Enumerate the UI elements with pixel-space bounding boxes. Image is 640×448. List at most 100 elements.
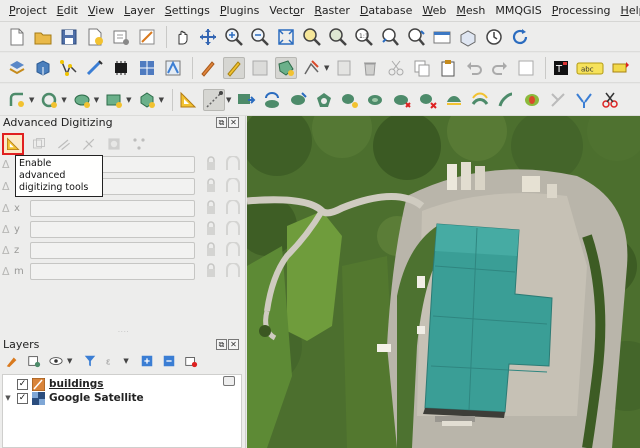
modify-attributes-icon[interactable] <box>333 57 355 79</box>
chevron-down-icon[interactable]: ▼ <box>29 96 34 104</box>
zoom-to-selection-icon[interactable] <box>301 26 323 48</box>
new-project-icon[interactable] <box>6 26 28 48</box>
lock-icon[interactable] <box>205 221 223 237</box>
menu-edit[interactable]: Edit <box>52 0 83 22</box>
menu-settings[interactable]: Settings <box>160 0 215 22</box>
paste-features-icon[interactable] <box>437 57 459 79</box>
text-annotation-icon[interactable]: T <box>550 57 572 79</box>
pan-to-selection-icon[interactable] <box>197 26 219 48</box>
perpendicular-icon[interactable] <box>79 134 99 154</box>
add-polygon-feature-icon[interactable] <box>275 56 297 79</box>
cut-features-icon[interactable] <box>385 57 407 79</box>
pin-labels-icon[interactable] <box>610 57 632 79</box>
zoom-full-icon[interactable] <box>275 26 297 48</box>
open-project-icon[interactable] <box>32 26 54 48</box>
zoom-out-icon[interactable] <box>249 26 271 48</box>
close-panel-icon[interactable]: ✕ <box>228 117 239 128</box>
parallel-icon[interactable] <box>54 134 74 154</box>
toggle-editing-icon[interactable] <box>223 56 245 79</box>
snapping-tool-icon[interactable] <box>202 88 225 111</box>
lock-icon[interactable] <box>205 200 223 216</box>
current-edits-icon[interactable] <box>197 57 219 79</box>
lock-icon[interactable] <box>205 178 223 194</box>
y-field[interactable] <box>30 220 195 238</box>
add-raster-layer-icon[interactable] <box>136 57 158 79</box>
rotate-feature-icon[interactable] <box>261 89 283 111</box>
add-regular-polygon-icon[interactable] <box>136 89 158 111</box>
fill-ring-icon[interactable] <box>365 89 387 111</box>
lock-icon[interactable] <box>224 178 242 194</box>
chevron-down-icon[interactable]: ▼ <box>126 96 131 104</box>
delete-selected-icon[interactable] <box>359 57 381 79</box>
simplify-feature-icon[interactable] <box>287 89 309 111</box>
new-3d-view-icon[interactable] <box>457 26 479 48</box>
chevron-down-icon[interactable]: ▼ <box>61 96 66 104</box>
add-part-icon[interactable] <box>339 89 361 111</box>
layer-item-buildings[interactable]: ✓ buildings <box>3 377 104 391</box>
zoom-native-icon[interactable]: 1:1 <box>353 26 375 48</box>
lock-icon[interactable] <box>224 156 242 172</box>
add-vector-layer-icon[interactable] <box>58 57 80 79</box>
chevron-down-icon[interactable]: ▼ <box>94 96 99 104</box>
expand-all-icon[interactable] <box>139 353 155 369</box>
enable-advanced-digitizing-button[interactable] <box>2 133 24 155</box>
label-tool-icon[interactable]: abc <box>576 57 606 79</box>
new-print-layout-icon[interactable] <box>84 26 106 48</box>
digitize-with-segment-icon[interactable] <box>515 57 537 79</box>
chevron-down-icon[interactable]: ▼ <box>226 96 231 104</box>
menu-help[interactable]: Help <box>616 0 640 22</box>
add-group-icon[interactable] <box>26 353 42 369</box>
chevron-down-icon[interactable]: ▼ <box>324 64 329 72</box>
move-feature-icon[interactable] <box>235 89 257 111</box>
floater-icon[interactable] <box>129 134 149 154</box>
trim-extend-icon[interactable] <box>521 89 543 111</box>
redo-icon[interactable] <box>489 57 511 79</box>
zoom-in-icon[interactable] <box>223 26 245 48</box>
reverse-line-icon[interactable] <box>495 89 517 111</box>
menu-raster[interactable]: Raster <box>309 0 354 22</box>
add-wms-layer-icon[interactable] <box>110 57 132 79</box>
delete-part-icon[interactable] <box>417 89 439 111</box>
data-source-manager-icon[interactable] <box>6 57 28 79</box>
manage-visibility-icon[interactable] <box>48 353 64 369</box>
reshape-features-icon[interactable] <box>443 89 465 111</box>
menu-processing[interactable]: Processing <box>547 0 616 22</box>
menu-layer[interactable]: Layer <box>119 0 160 22</box>
filter-expression-icon[interactable]: ε <box>104 353 120 369</box>
add-rectangle-icon[interactable] <box>103 89 125 111</box>
float-panel-icon[interactable]: ⧉ <box>216 117 227 128</box>
menu-project[interactable]: Project <box>4 0 52 22</box>
menu-web[interactable]: Web <box>417 0 451 22</box>
temporal-controller-icon[interactable] <box>483 26 505 48</box>
merge-features-icon[interactable] <box>573 89 595 111</box>
lock-icon[interactable] <box>224 263 242 279</box>
menu-mesh[interactable]: Mesh <box>451 0 490 22</box>
menu-mmqgis[interactable]: MMQGIS <box>490 0 546 22</box>
offset-curve-icon[interactable] <box>469 89 491 111</box>
add-mesh-layer-icon[interactable] <box>162 57 184 79</box>
chevron-down-icon[interactable]: ▼ <box>123 357 128 365</box>
layer-item-google-satellite[interactable]: ▼ ✓ Google Satellite <box>3 391 144 405</box>
menu-vector[interactable]: Vector <box>264 0 309 22</box>
snap-to-features-icon[interactable] <box>104 134 124 154</box>
add-ring-icon[interactable] <box>313 89 335 111</box>
lock-icon[interactable] <box>205 263 223 279</box>
remove-layer-icon[interactable] <box>183 353 199 369</box>
save-project-icon[interactable] <box>58 26 80 48</box>
menu-view[interactable]: View <box>83 0 119 22</box>
new-map-view-icon[interactable] <box>431 26 453 48</box>
vertex-tool-icon[interactable] <box>301 57 323 79</box>
add-ellipse-icon[interactable] <box>71 89 93 111</box>
refresh-icon[interactable] <box>509 26 531 48</box>
advanced-digitizing-icon[interactable] <box>177 89 199 111</box>
lock-icon[interactable] <box>224 221 242 237</box>
delete-ring-icon[interactable] <box>391 89 413 111</box>
pan-map-icon[interactable] <box>171 26 193 48</box>
split-parts-icon[interactable] <box>547 89 569 111</box>
layout-manager-icon[interactable] <box>110 26 132 48</box>
shape-digitizing-icon[interactable] <box>6 89 28 111</box>
chevron-down-icon[interactable]: ▼ <box>159 96 164 104</box>
add-circle-icon[interactable] <box>38 89 60 111</box>
layer-visibility-checkbox[interactable]: ✓ <box>17 378 28 390</box>
x-field[interactable] <box>30 199 195 217</box>
